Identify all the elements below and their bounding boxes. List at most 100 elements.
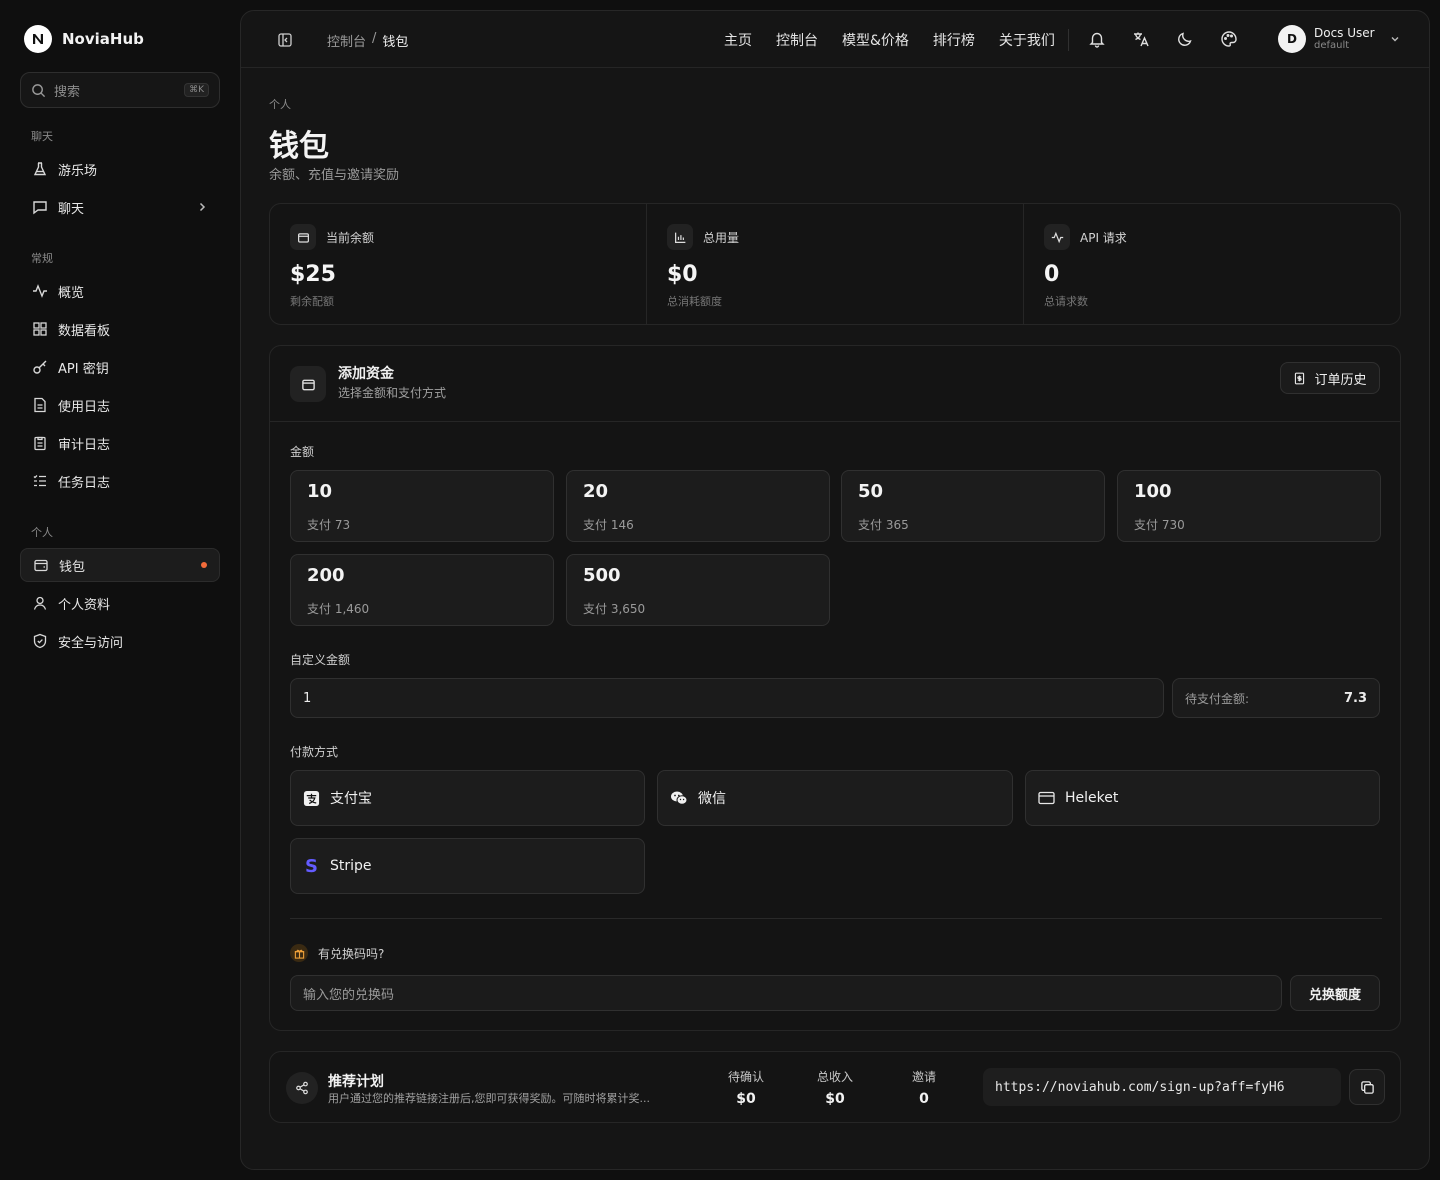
moon-icon[interactable] bbox=[1176, 30, 1194, 48]
chat-icon bbox=[32, 199, 48, 215]
amount-option-200[interactable]: 200 支付 1,460 bbox=[290, 554, 554, 626]
sidebar-item-task-logs[interactable]: 任务日志 bbox=[20, 464, 220, 498]
top-nav-about[interactable]: 关于我们 bbox=[999, 30, 1055, 50]
payment-method-heleket[interactable]: Heleket bbox=[1025, 770, 1380, 826]
stat-usage: 总用量 $0 总消耗额度 bbox=[647, 204, 1024, 324]
sidebar: NoviaHub 搜索 ⌘K 聊天 游乐场 聊天 常规 概览 数据看板 API … bbox=[0, 0, 240, 1180]
sidebar-item-label: 个人资料 bbox=[58, 597, 111, 613]
sidebar-item-wallet[interactable]: 钱包 bbox=[20, 548, 220, 582]
wallet-icon bbox=[33, 557, 49, 573]
amount-value: 10 bbox=[307, 481, 333, 502]
sidebar-item-audit-logs[interactable]: 审计日志 bbox=[20, 426, 220, 460]
search-placeholder: 搜索 bbox=[54, 84, 81, 100]
top-nav-console[interactable]: 控制台 bbox=[776, 30, 818, 50]
referral-card: 推荐计划 用户通过您的推荐链接注册后,您即可获得奖励。可随时将累计奖... 待确… bbox=[269, 1051, 1401, 1123]
page-kicker: 个人 bbox=[269, 98, 291, 111]
pending-amount-label: 待支付金额: bbox=[1185, 691, 1250, 706]
pending-amount-field: 待支付金额: 7.3 bbox=[1172, 678, 1380, 718]
active-indicator-dot bbox=[201, 562, 207, 568]
stat-sub: 总消耗额度 bbox=[667, 295, 722, 308]
sidebar-toggle-icon[interactable] bbox=[277, 32, 293, 48]
top-nav-leaderboard[interactable]: 排行榜 bbox=[933, 30, 975, 50]
amount-option-20[interactable]: 20 支付 146 bbox=[566, 470, 830, 542]
sidebar-item-label: 安全与访问 bbox=[58, 635, 124, 651]
custom-amount-input[interactable]: 1 bbox=[290, 678, 1164, 718]
brand[interactable]: NoviaHub bbox=[24, 25, 144, 53]
chevron-right-icon bbox=[196, 201, 208, 213]
top-nav: 主页 控制台 模型&价格 排行榜 关于我们 bbox=[724, 30, 1055, 50]
sidebar-item-api-keys[interactable]: API 密钥 bbox=[20, 350, 220, 384]
sidebar-item-security[interactable]: 安全与访问 bbox=[20, 624, 220, 658]
sidebar-item-label: 数据看板 bbox=[58, 323, 111, 339]
add-funds-header: 添加资金 选择金额和支付方式 订单历史 bbox=[270, 346, 1400, 422]
sidebar-item-usage-logs[interactable]: 使用日志 bbox=[20, 388, 220, 422]
palette-icon[interactable] bbox=[1220, 30, 1238, 48]
referral-title: 推荐计划 bbox=[328, 1074, 384, 1090]
redeem-button[interactable]: 兑换额度 bbox=[1290, 975, 1380, 1011]
share-icon bbox=[286, 1072, 318, 1104]
search-icon bbox=[31, 83, 46, 98]
top-nav-home[interactable]: 主页 bbox=[724, 30, 752, 50]
redeem-header: 有兑换码吗? bbox=[290, 944, 384, 962]
activity-icon bbox=[1044, 224, 1070, 250]
top-nav-models-pricing[interactable]: 模型&价格 bbox=[842, 30, 909, 50]
referral-link-field[interactable]: https://noviahub.com/sign-up?aff=fyH6 bbox=[983, 1068, 1341, 1106]
stat-api-requests: API 请求 0 总请求数 bbox=[1024, 204, 1400, 324]
payment-method-label: 支付宝 bbox=[330, 791, 372, 807]
wallet-icon bbox=[290, 224, 316, 250]
amount-option-50[interactable]: 50 支付 365 bbox=[841, 470, 1105, 542]
sidebar-item-dashboard[interactable]: 数据看板 bbox=[20, 312, 220, 346]
search-input[interactable]: 搜索 ⌘K bbox=[20, 72, 220, 108]
amount-pay: 支付 1,460 bbox=[307, 602, 370, 616]
payment-method-stripe[interactable]: S Stripe bbox=[290, 838, 645, 894]
chevron-down-icon bbox=[1389, 33, 1401, 45]
copy-link-button[interactable] bbox=[1349, 1069, 1385, 1105]
payment-method-alipay[interactable]: 支付宝 bbox=[290, 770, 645, 826]
breadcrumb-current: 钱包 bbox=[382, 35, 409, 50]
section-divider bbox=[290, 918, 1382, 919]
breadcrumb: 控制台 / 钱包 bbox=[327, 31, 408, 50]
referral-stat-value: $0 bbox=[825, 1091, 845, 1107]
user-icon bbox=[32, 595, 48, 611]
brand-logo-icon bbox=[24, 25, 52, 53]
amount-pay: 支付 3,650 bbox=[583, 602, 646, 616]
sidebar-item-label: 钱包 bbox=[59, 559, 86, 575]
referral-stat-value: $0 bbox=[736, 1091, 756, 1107]
shield-icon bbox=[32, 633, 48, 649]
order-history-label: 订单历史 bbox=[1314, 372, 1367, 388]
referral-stat-label: 邀请 bbox=[911, 1070, 936, 1084]
redeem-code-input[interactable]: 输入您的兑换码 bbox=[290, 975, 1282, 1011]
bell-icon[interactable] bbox=[1088, 30, 1106, 48]
sidebar-item-chat[interactable]: 聊天 bbox=[20, 190, 220, 224]
user-group: default bbox=[1314, 40, 1350, 51]
add-funds-title: 添加资金 bbox=[338, 366, 394, 382]
key-icon bbox=[32, 359, 48, 375]
payment-method-wechat[interactable]: 微信 bbox=[657, 770, 1013, 826]
user-info: Docs User default bbox=[1314, 26, 1375, 52]
topbar: 控制台 / 钱包 主页 控制台 模型&价格 排行榜 关于我们 D Docs Us… bbox=[241, 11, 1429, 68]
activity-icon bbox=[32, 283, 48, 299]
amount-value: 100 bbox=[1134, 481, 1172, 502]
add-funds-card: 添加资金 选择金额和支付方式 订单历史 金额 10 支付 73 20 支付 14… bbox=[269, 345, 1401, 1031]
amount-pay: 支付 730 bbox=[1134, 518, 1185, 532]
amount-option-100[interactable]: 100 支付 730 bbox=[1117, 470, 1381, 542]
translate-icon[interactable] bbox=[1132, 30, 1150, 48]
group-label-general: 常规 bbox=[31, 252, 53, 265]
sidebar-item-overview[interactable]: 概览 bbox=[20, 274, 220, 308]
breadcrumb-parent[interactable]: 控制台 bbox=[327, 31, 366, 50]
amount-value: 500 bbox=[583, 565, 621, 586]
payment-method-label: 付款方式 bbox=[290, 745, 339, 759]
user-menu[interactable]: D Docs User default bbox=[1278, 25, 1401, 53]
sidebar-item-playground[interactable]: 游乐场 bbox=[20, 152, 220, 186]
avatar: D bbox=[1278, 25, 1306, 53]
pending-amount-value: 7.3 bbox=[1343, 690, 1367, 706]
alipay-icon bbox=[303, 790, 320, 807]
amount-pay: 支付 365 bbox=[858, 518, 909, 532]
sidebar-item-profile[interactable]: 个人资料 bbox=[20, 586, 220, 620]
wallet-icon bbox=[290, 366, 326, 402]
amount-option-500[interactable]: 500 支付 3,650 bbox=[566, 554, 830, 626]
wechat-icon bbox=[670, 790, 688, 806]
search-shortcut: ⌘K bbox=[184, 83, 209, 97]
amount-option-10[interactable]: 10 支付 73 bbox=[290, 470, 554, 542]
order-history-button[interactable]: 订单历史 bbox=[1280, 362, 1380, 394]
